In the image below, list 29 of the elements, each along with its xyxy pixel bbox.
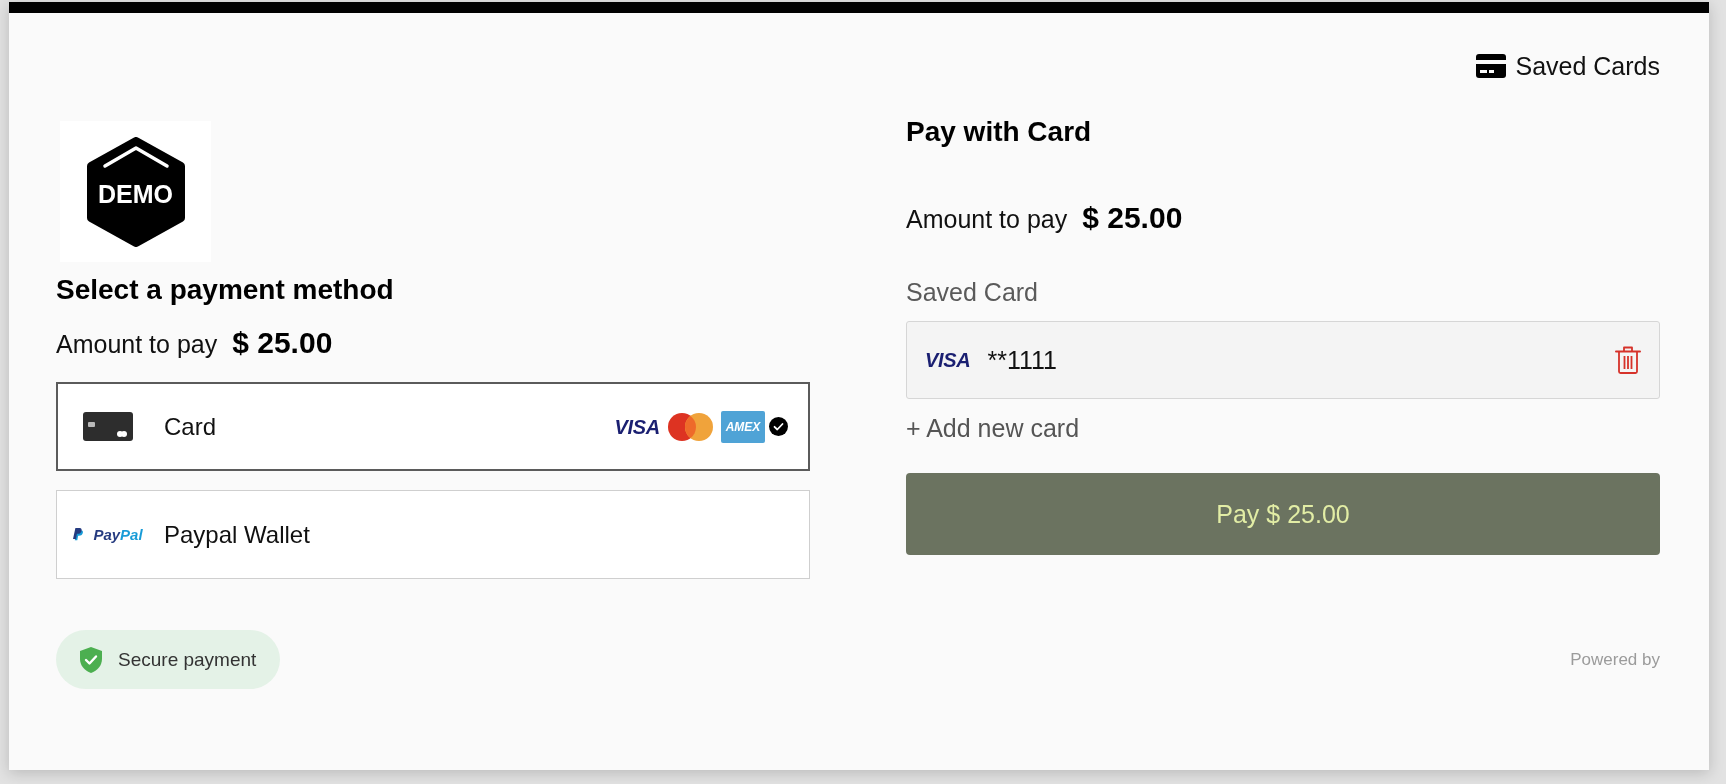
card-brand-logo: VISA — [925, 349, 971, 371]
check-circle-icon — [769, 417, 788, 436]
saved-cards-link[interactable]: Saved Cards — [1476, 51, 1660, 81]
shield-check-icon — [79, 646, 103, 673]
logo-text: DEMO — [98, 179, 173, 208]
overlapping-circles-icon — [668, 412, 713, 441]
amount-label: Amount to pay — [906, 204, 1068, 235]
credit-card-icon — [1476, 54, 1507, 78]
amount-label: Amount to pay — [56, 329, 218, 360]
powered-by-text: Powered by — [1570, 648, 1660, 671]
credit-card-icon — [83, 412, 133, 441]
card-number: **1111 — [987, 345, 1057, 375]
section-title: Pay with Card — [906, 115, 1092, 149]
payment-method-option[interactable]: Card VISA AMEX — [56, 382, 810, 471]
card-brand-logo: AMEX — [721, 410, 765, 443]
amount-value: $ 25.00 — [1082, 200, 1183, 236]
delete-button[interactable] — [1615, 346, 1641, 374]
paypal-mark-icon — [73, 527, 84, 542]
trash-icon — [1615, 346, 1641, 374]
secure-payment-text: Secure payment — [118, 647, 257, 672]
hexagon-icon — [86, 136, 185, 247]
card-brand-logo: VISA — [614, 415, 660, 438]
saved-card-label: Saved Card — [906, 277, 1039, 307]
saved-card-item[interactable]: VISA **1111 — [906, 321, 1660, 399]
amount-value: $ 25.00 — [232, 325, 333, 361]
add-card-link[interactable]: + Add new card — [906, 413, 1080, 443]
pay-button[interactable]: Pay $ 25.00 — [906, 473, 1660, 555]
section-title: Select a payment method — [56, 274, 394, 306]
payment-method-option[interactable]: PayPal Paypal Wallet — [56, 490, 810, 579]
